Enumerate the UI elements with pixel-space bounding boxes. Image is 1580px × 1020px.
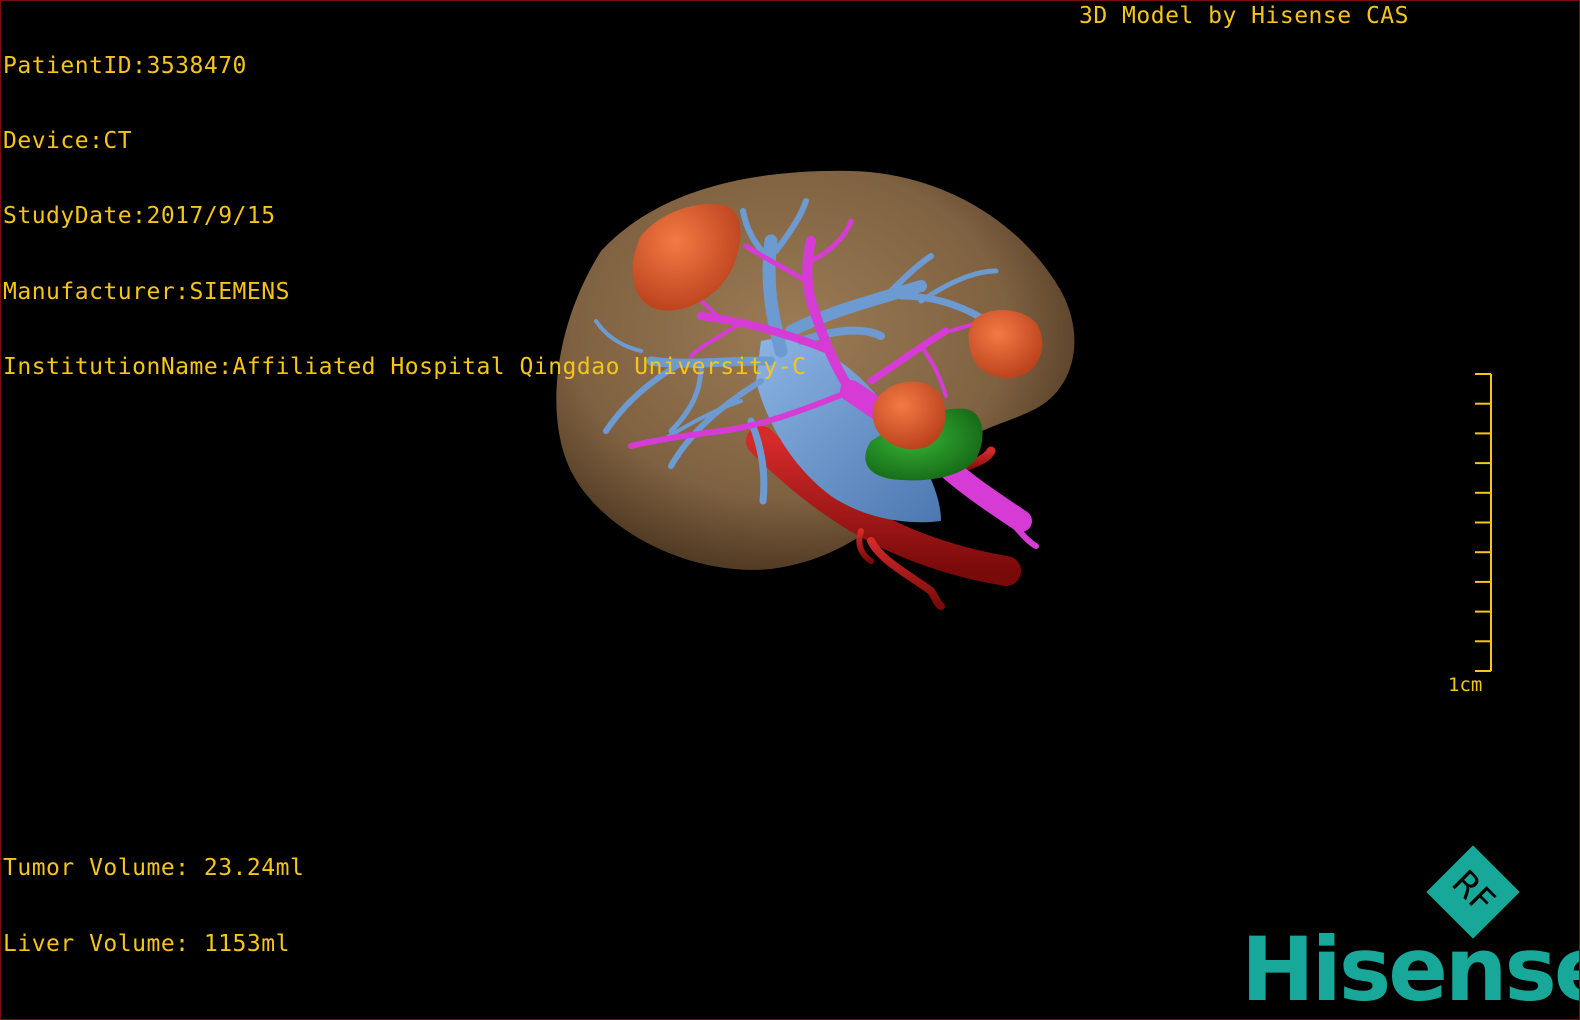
hisense-logo-text: Hisense [1241,918,1580,1020]
device-label: Device:CT [3,128,133,155]
scale-label: 1cm [1448,674,1483,696]
3d-viewport[interactable]: 1cm PatientID:3538470 Device:CT StudyDat… [0,0,1580,1020]
study-info-block: PatientID:3538470 Device:CT StudyDate:20… [3,4,806,430]
manufacturer-label: Manufacturer:SIEMENS [3,278,290,305]
tumor-volume-label: Tumor Volume: 23.24ml [3,855,305,881]
model-credit-label: 3D Model by Hisense CAS [1079,3,1409,29]
study-date-label: StudyDate:2017/9/15 [3,203,276,230]
patient-id-label: PatientID:3538470 [3,53,247,79]
liver-volume-label: Liver Volume: 1153ml [3,930,290,957]
volume-info-block: Tumor Volume: 23.24ml Liver Volume: 1153… [3,806,304,1007]
institution-label: InstitutionName:Affiliated Hospital Qing… [3,353,807,380]
